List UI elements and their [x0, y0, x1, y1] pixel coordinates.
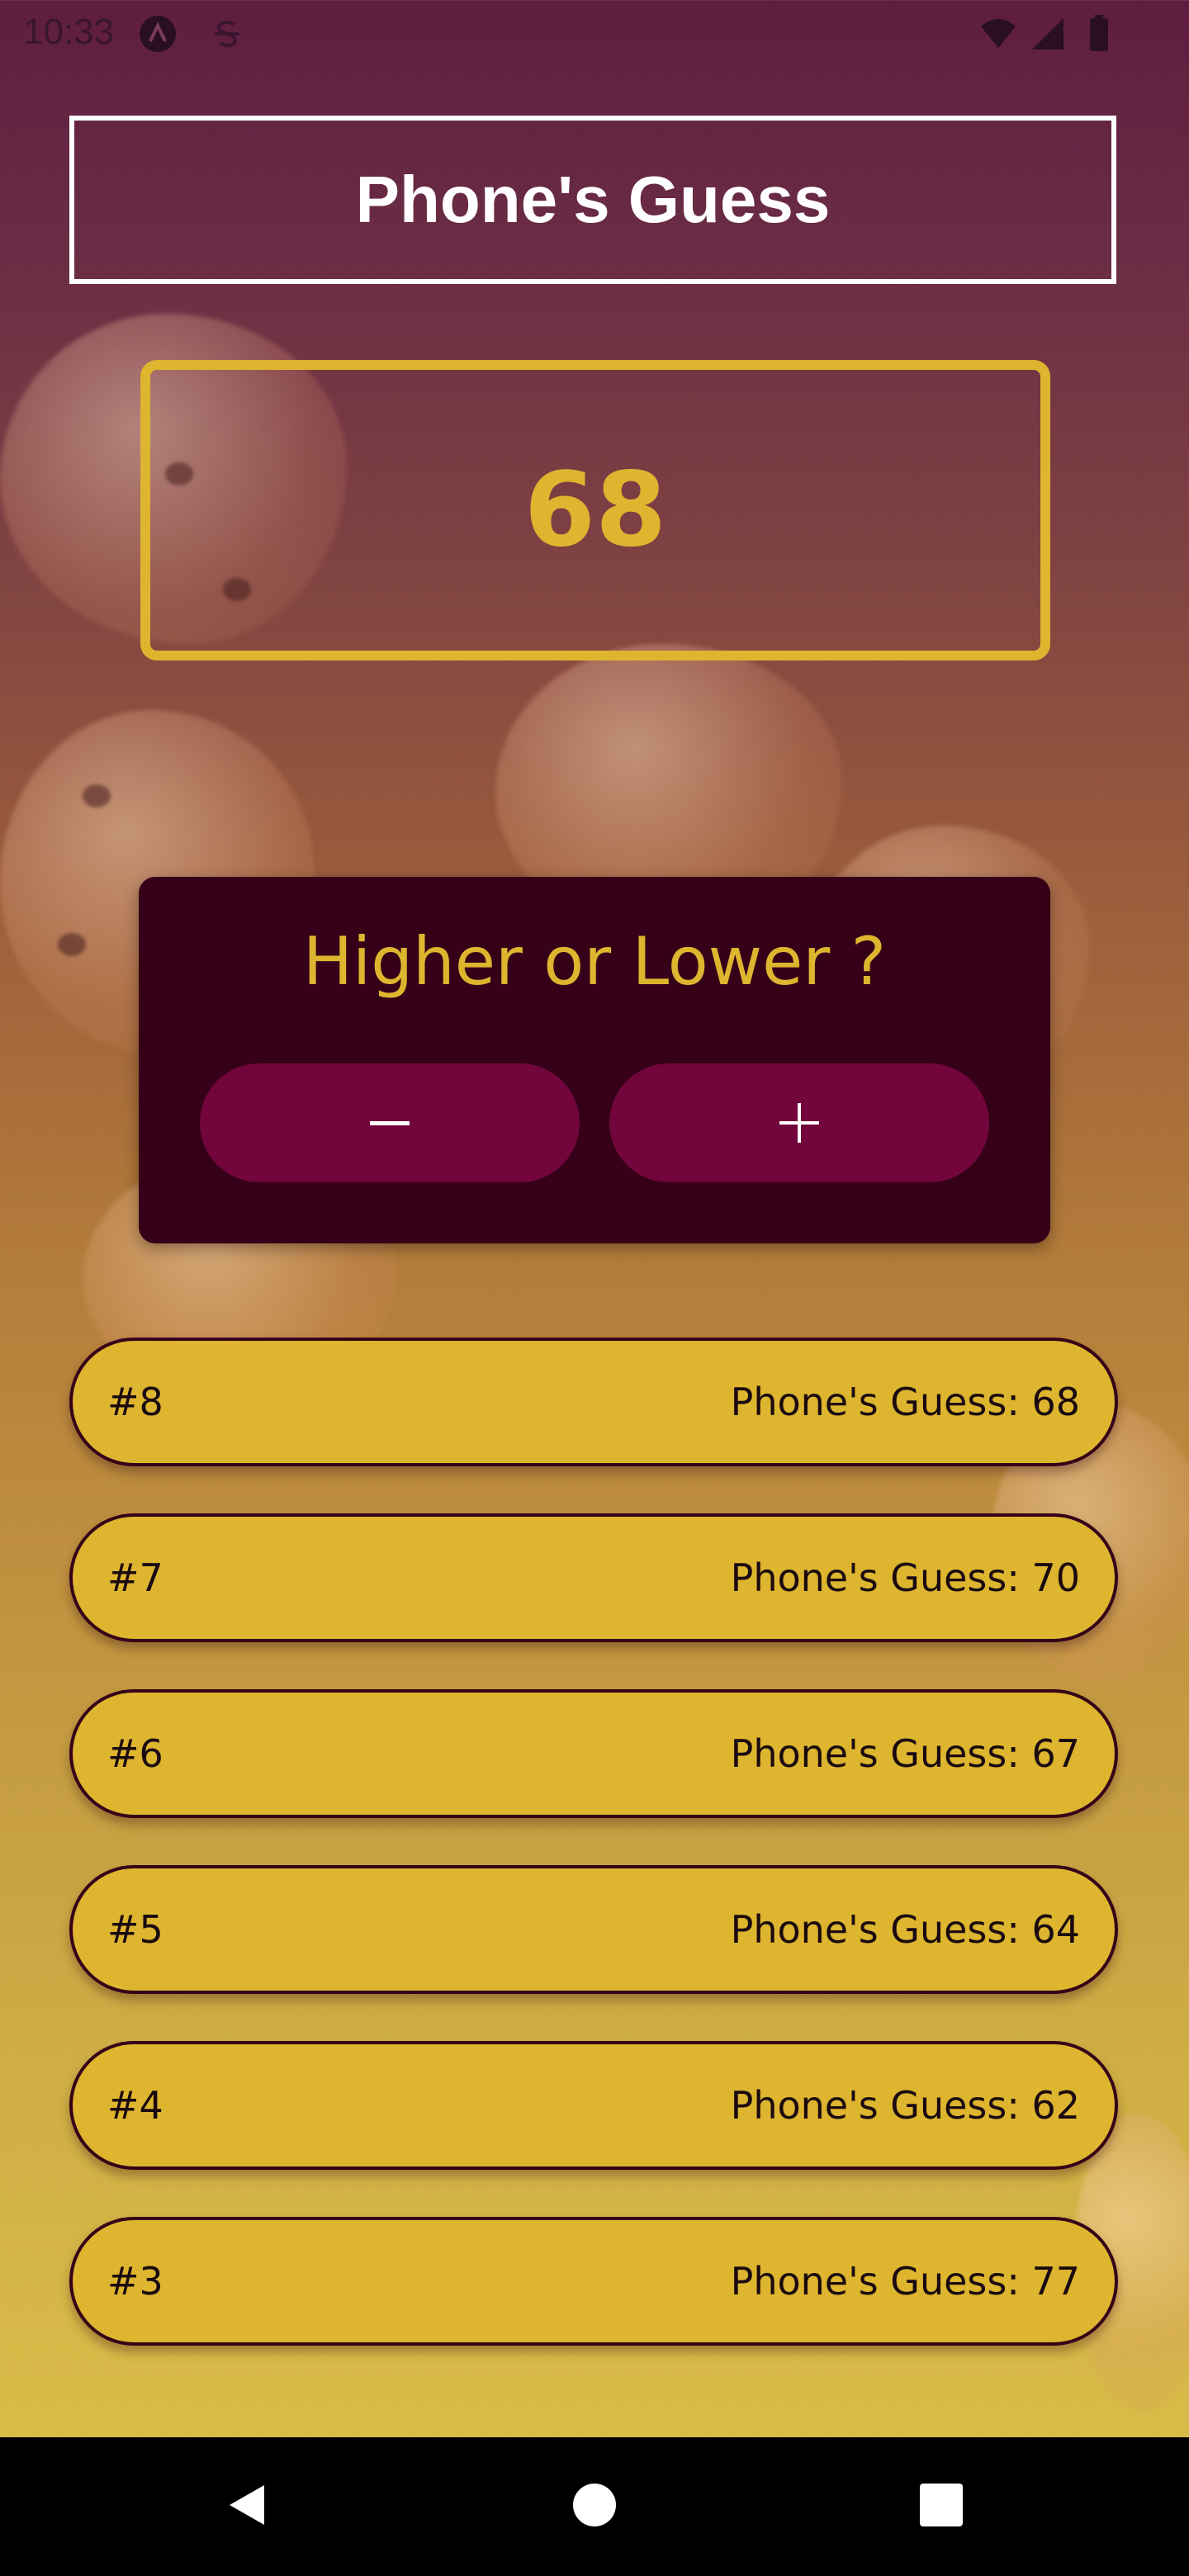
round-guess: Phone's Guess: 70	[730, 1556, 1080, 1600]
status-bar: 10:33	[0, 0, 1189, 69]
wifi-icon	[979, 15, 1017, 53]
s-strike-icon	[208, 15, 246, 53]
round-number: #8	[107, 1380, 163, 1424]
title-box: Phone's Guess	[69, 116, 1116, 284]
minus-icon	[370, 1121, 410, 1125]
list-item: #5 Phone's Guess: 64	[69, 1865, 1118, 1994]
recents-icon[interactable]	[907, 2470, 976, 2540]
guess-display: 68	[140, 360, 1050, 661]
round-number: #4	[107, 2083, 163, 2128]
round-guess: Phone's Guess: 62	[730, 2083, 1080, 2128]
round-guess: Phone's Guess: 67	[730, 1731, 1080, 1776]
page-title: Phone's Guess	[355, 163, 831, 236]
battery-icon	[1080, 15, 1118, 53]
round-guess: Phone's Guess: 64	[730, 1907, 1080, 1952]
plus-icon	[779, 1103, 819, 1143]
signal-icon	[1029, 15, 1067, 53]
list-item: #3 Phone's Guess: 77	[69, 2217, 1118, 2346]
status-time: 10:33	[23, 12, 115, 52]
lower-button[interactable]	[200, 1063, 580, 1182]
higher-lower-prompt: Higher or Lower ?	[302, 923, 887, 1000]
list-item: #4 Phone's Guess: 62	[69, 2041, 1118, 2170]
round-guess: Phone's Guess: 77	[730, 2259, 1080, 2304]
list-item: #8 Phone's Guess: 68	[69, 1338, 1118, 1466]
round-number: #6	[107, 1731, 163, 1776]
list-item: #6 Phone's Guess: 67	[69, 1689, 1118, 1818]
higher-button[interactable]	[609, 1063, 989, 1182]
list-item: #7 Phone's Guess: 70	[69, 1513, 1118, 1642]
round-number: #7	[107, 1556, 163, 1600]
round-number: #5	[107, 1907, 163, 1952]
higher-lower-card: Higher or Lower ?	[139, 877, 1050, 1243]
round-guess: Phone's Guess: 68	[730, 1380, 1080, 1424]
round-number: #3	[107, 2259, 163, 2304]
back-icon[interactable]	[213, 2470, 282, 2540]
a-circle-icon	[139, 15, 177, 53]
navigation-bar	[0, 2437, 1189, 2576]
guess-number: 68	[523, 451, 667, 570]
home-icon[interactable]	[560, 2470, 629, 2540]
